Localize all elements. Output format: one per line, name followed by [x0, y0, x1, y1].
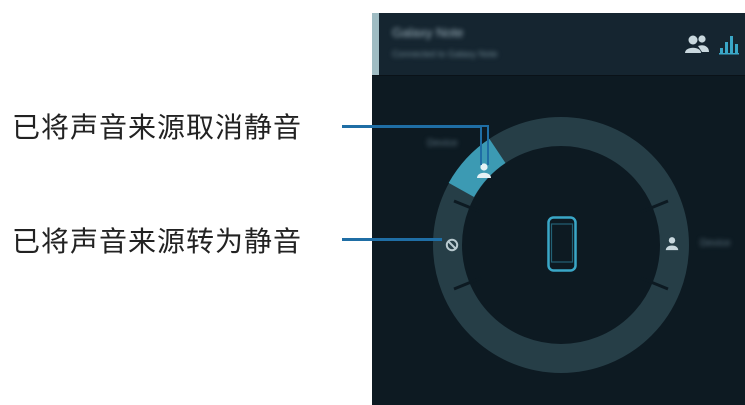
unmute-leader-bracket: [480, 125, 489, 165]
sound-source-ring: [433, 117, 689, 373]
mute-leader-line: [342, 238, 442, 241]
phone-icon: [547, 216, 577, 272]
person-icon[interactable]: [664, 235, 680, 251]
phone-screen: Galaxy Note Connected to Galaxy Note Dev…: [372, 13, 745, 405]
mute-icon[interactable]: [444, 237, 460, 253]
unmute-leader-line: [342, 125, 482, 128]
callout-unmute-label: 已将声音来源取消静音: [12, 111, 303, 144]
callout-mute-label: 已将声音来源转为静音: [12, 225, 303, 258]
